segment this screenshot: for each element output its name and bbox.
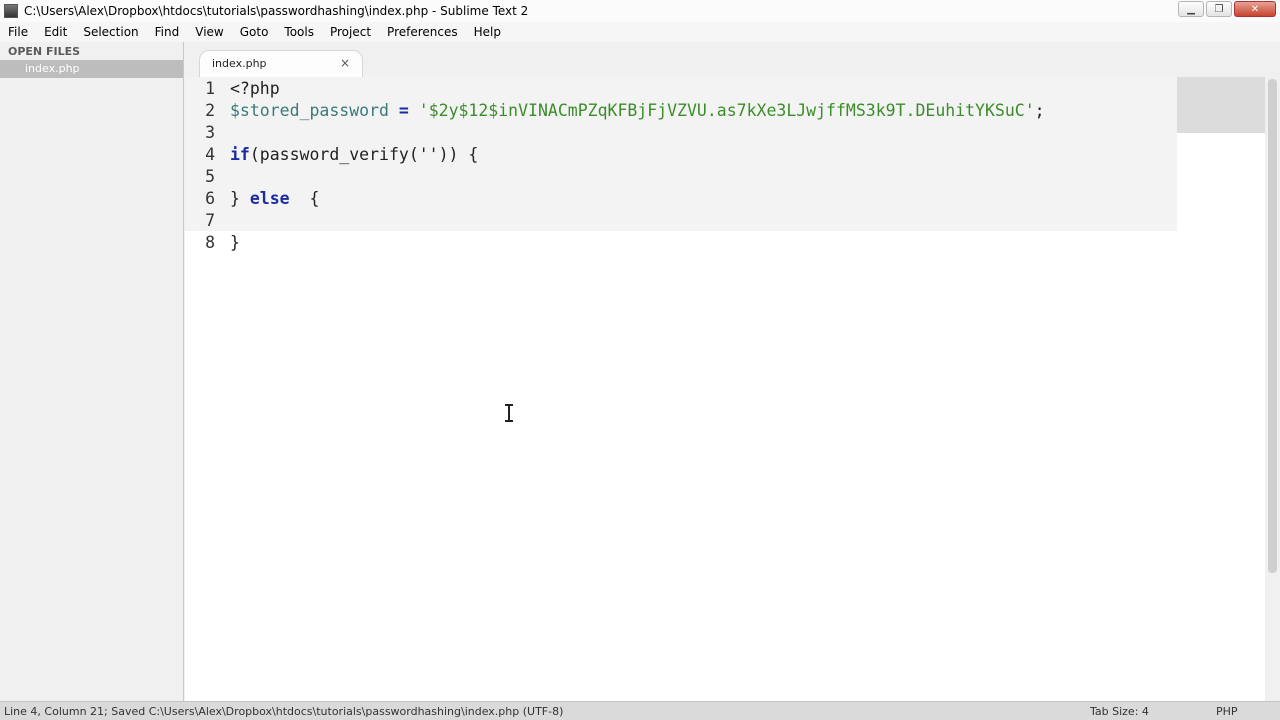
menu-bar: File Edit Selection Find View Goto Tools… xyxy=(0,22,1280,42)
maximize-button[interactable]: ❐ xyxy=(1206,1,1232,17)
menu-view[interactable]: View xyxy=(187,25,231,39)
code-token: = xyxy=(398,101,409,120)
code-token: { xyxy=(289,189,320,208)
menu-project[interactable]: Project xyxy=(322,25,379,39)
tab-index-php[interactable]: index.php × xyxy=(199,50,363,77)
sublime-app-icon[interactable] xyxy=(4,4,18,18)
menu-selection[interactable]: Selection xyxy=(75,25,146,39)
text-cursor-icon xyxy=(505,404,513,422)
line-text: } xyxy=(230,232,240,254)
code-line[interactable]: 5 xyxy=(185,166,1177,188)
tab-close-icon[interactable]: × xyxy=(340,56,350,70)
status-syntax[interactable]: PHP xyxy=(1216,705,1238,718)
code-line[interactable]: 3 xyxy=(185,122,1177,144)
sidebar-file-item[interactable]: index.php xyxy=(0,60,183,78)
menu-tools[interactable]: Tools xyxy=(276,25,322,39)
line-number: 7 xyxy=(205,211,215,230)
code-token: ; xyxy=(1034,101,1045,120)
window-controls: ▁ ❐ ✕ xyxy=(1178,1,1276,17)
line-text: <?php xyxy=(230,78,280,100)
tab-label: index.php xyxy=(212,57,267,70)
menu-help[interactable]: Help xyxy=(466,25,509,39)
line-text: $stored_password = '$2y$12$inVINACmPZqKF… xyxy=(230,100,1045,122)
line-number: 4 xyxy=(205,145,215,164)
code-line[interactable]: 4 if(password_verify('')) { xyxy=(185,144,1177,166)
line-number: 6 xyxy=(205,189,215,208)
code-token: else xyxy=(249,189,290,208)
code-line[interactable]: 7 xyxy=(185,210,1177,232)
code-token: $stored_password xyxy=(230,101,389,120)
code-token: if xyxy=(230,145,250,164)
title-bar: C:\Users\Alex\Dropbox\htdocs\tutorials\p… xyxy=(0,0,1280,22)
line-number: 5 xyxy=(205,167,215,186)
line-number: 3 xyxy=(205,123,215,142)
minimap-viewport[interactable] xyxy=(1177,77,1265,133)
code-token: } xyxy=(230,233,240,252)
line-number: 2 xyxy=(205,101,215,120)
tab-bar: index.php × xyxy=(185,42,1280,77)
code-line[interactable]: 2 $stored_password = '$2y$12$inVINACmPZqK… xyxy=(185,100,1177,122)
vertical-scrollbar[interactable] xyxy=(1265,77,1280,701)
status-bar: Line 4, Column 21; Saved C:\Users\Alex\D… xyxy=(0,701,1280,720)
line-text: if(password_verify('')) { xyxy=(230,144,478,166)
code-line[interactable]: 8} xyxy=(185,232,1177,254)
close-button[interactable]: ✕ xyxy=(1234,1,1276,17)
minimize-button[interactable]: ▁ xyxy=(1178,1,1204,17)
window-title: C:\Users\Alex\Dropbox\htdocs\tutorials\p… xyxy=(24,4,529,18)
menu-edit[interactable]: Edit xyxy=(36,25,75,39)
code-token: } xyxy=(230,189,250,208)
code-line[interactable]: 6} else { xyxy=(185,188,1177,210)
line-text: } else { xyxy=(230,188,319,210)
line-number: 1 xyxy=(205,79,215,98)
status-tab-size[interactable]: Tab Size: 4 xyxy=(1090,705,1149,718)
status-position: Line 4, Column 21; Saved C:\Users\Alex\D… xyxy=(4,705,564,718)
menu-find[interactable]: Find xyxy=(147,25,188,39)
code-line[interactable]: 1 <?php xyxy=(185,78,1177,100)
menu-file[interactable]: File xyxy=(0,25,36,39)
code-token: '$2y$12$inVINACmPZqKFBjFjVZVU.as7kXe3LJw… xyxy=(418,101,1035,120)
code-token: <?php xyxy=(230,79,280,98)
scrollbar-thumb[interactable] xyxy=(1268,79,1277,573)
open-files-heading: OPEN FILES xyxy=(8,45,81,58)
menu-goto[interactable]: Goto xyxy=(232,25,277,39)
code-token: (password_verify('')) { xyxy=(249,145,479,164)
menu-preferences[interactable]: Preferences xyxy=(379,25,466,39)
line-number: 8 xyxy=(205,233,215,252)
code-editor[interactable]: 1 <?php 2 $stored_password = '$2y$12$inVINA… xyxy=(185,77,1265,701)
sidebar: OPEN FILES index.php xyxy=(0,42,184,701)
